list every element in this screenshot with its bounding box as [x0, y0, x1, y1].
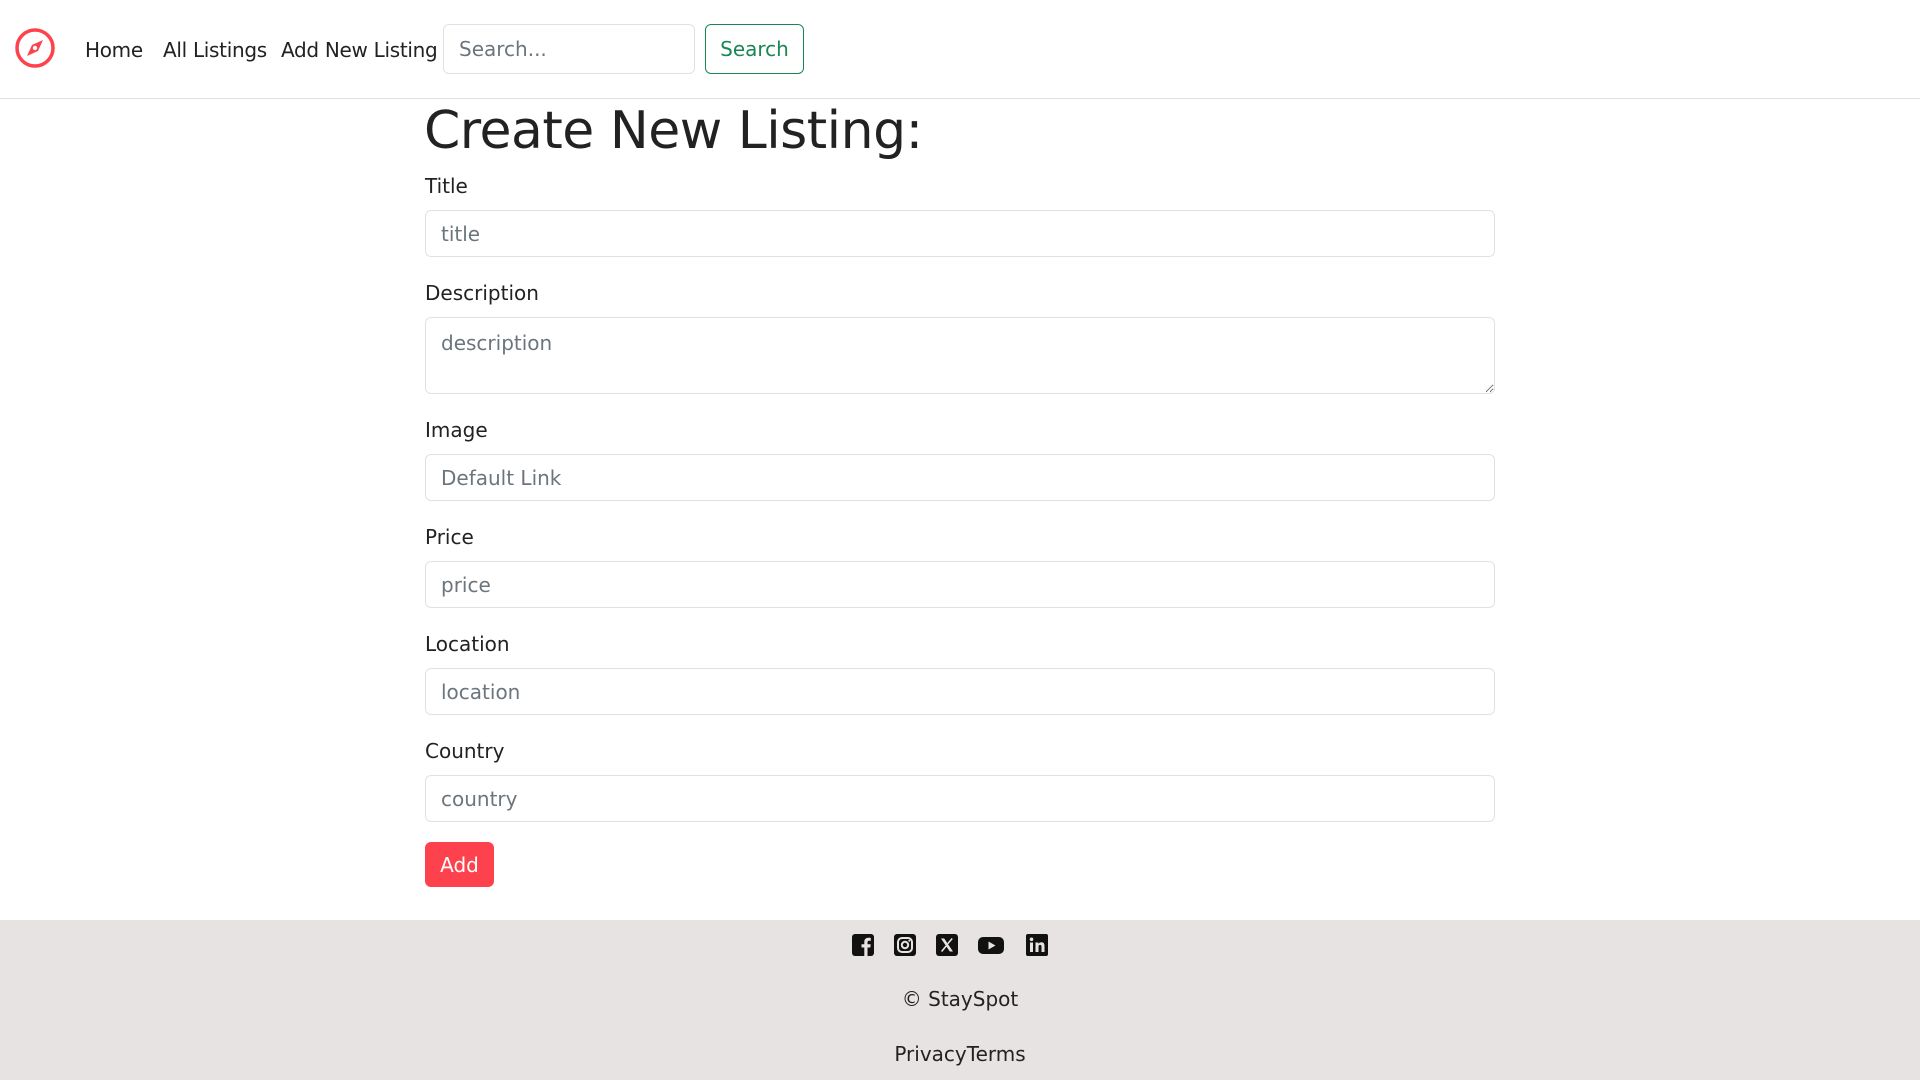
- search-input[interactable]: [443, 24, 695, 74]
- image-input[interactable]: [425, 454, 1495, 501]
- navbar: Home All Listings Add New Listing Search: [0, 0, 1920, 99]
- nav-link-all-listings[interactable]: All Listings: [163, 36, 267, 64]
- image-label: Image: [425, 418, 488, 442]
- facebook-icon[interactable]: [851, 933, 875, 957]
- country-input[interactable]: [425, 775, 1495, 822]
- compass-icon: [15, 28, 55, 68]
- page-title: Create New Listing:: [424, 101, 923, 161]
- location-input[interactable]: [425, 668, 1495, 715]
- nav-link-home[interactable]: Home: [85, 36, 143, 64]
- instagram-icon[interactable]: [893, 933, 917, 957]
- copyright-text: © StaySpot: [901, 987, 1019, 1011]
- location-label: Location: [425, 632, 510, 656]
- title-label: Title: [425, 174, 468, 198]
- linkedin-icon[interactable]: [1025, 933, 1049, 957]
- terms-link[interactable]: Terms: [967, 1042, 1026, 1066]
- footer-links: PrivacyTerms: [0, 1040, 1920, 1068]
- privacy-link[interactable]: Privacy: [894, 1042, 966, 1066]
- add-listing-button[interactable]: Add: [425, 842, 494, 887]
- nav-link-add-new-listing[interactable]: Add New Listing: [281, 36, 438, 64]
- brand-logo-link[interactable]: [14, 27, 56, 69]
- youtube-icon[interactable]: [977, 933, 1005, 957]
- description-label: Description: [425, 281, 539, 305]
- search-button[interactable]: Search: [705, 24, 804, 74]
- description-textarea[interactable]: [425, 317, 1495, 394]
- title-input[interactable]: [425, 210, 1495, 257]
- price-label: Price: [425, 525, 474, 549]
- x-twitter-icon[interactable]: [935, 933, 959, 957]
- country-label: Country: [425, 739, 505, 763]
- price-input[interactable]: [425, 561, 1495, 608]
